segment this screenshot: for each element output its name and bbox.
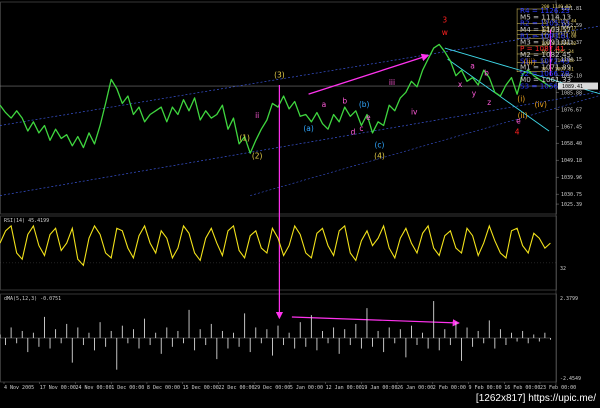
price-axis-label: 1131.81: [561, 6, 582, 12]
wave-label: d: [351, 128, 356, 137]
price-axis-label: 1104.15: [561, 57, 582, 63]
wave-label: c: [359, 124, 363, 133]
wave-label: (a): [303, 124, 314, 133]
osc-label: dMA(5,12,3) -0.0751: [4, 296, 61, 302]
wave-label: 3: [442, 15, 447, 24]
price-axis-label: 1113.37: [561, 40, 582, 46]
wave-label: iii: [389, 78, 395, 87]
wave-label: y: [472, 89, 477, 98]
wave-label: 4: [515, 128, 520, 137]
wave-label: z: [487, 98, 491, 107]
price-axis-label: 1049.18: [561, 158, 582, 164]
wave-label: ii: [255, 111, 259, 120]
rsi-label: RSI(14) 45.4199: [4, 218, 49, 224]
osc-top-label: 2.3799: [560, 296, 578, 302]
time-axis-label: 15 Dec 00:00: [183, 385, 219, 391]
time-axis-label: 22 Dec 00:00: [218, 385, 254, 391]
wave-label: e: [516, 117, 521, 126]
price-axis-label: 1095.10: [561, 74, 582, 80]
wave-label: (c): [374, 141, 384, 150]
price-axis-label: 1067.45: [561, 125, 582, 131]
current-price-tag: 1089.41: [558, 82, 598, 90]
wave-label: a: [470, 61, 475, 70]
price-axis-label: 1085.88: [561, 91, 582, 97]
wave-label: w: [442, 28, 448, 37]
wave-label: (3): [274, 71, 285, 80]
time-axis-label: 5 Jan 00:00: [290, 385, 323, 391]
chart-background: [0, 0, 600, 408]
time-axis-label: 29 Dec 00:00: [254, 385, 290, 391]
wave-label: iv: [411, 107, 418, 116]
wave-label: (iv): [535, 100, 547, 109]
time-axis-label: 8 Dec 00:00: [147, 385, 180, 391]
time-axis-label: 19 Jan 00:00: [361, 385, 397, 391]
wave-label: (1): [239, 133, 250, 142]
osc-bottom-label: -2.4549: [560, 376, 581, 382]
time-axis-label: 4 Nov 2005: [4, 385, 34, 391]
price-axis-label: 1122.59: [561, 23, 582, 29]
wave-label: b: [484, 69, 489, 78]
wave-label: e: [366, 113, 371, 122]
wave-label: x: [458, 80, 463, 89]
time-axis-label: 12 Jan 00:00: [326, 385, 362, 391]
wave-label: (b): [359, 100, 370, 109]
current-price-label: 1089.41: [562, 84, 583, 90]
wave-label: b: [342, 96, 347, 105]
stock-chart: 200 1140.03161.8 1126.44150.0 1124.17127…: [0, 0, 600, 408]
price-axis-label: 1025.39: [561, 202, 582, 208]
rsi-level-label: 32: [560, 266, 566, 272]
time-axis-label: 9 Feb 00:00: [469, 385, 502, 391]
price-axis-label: 1058.40: [561, 141, 582, 147]
time-axis-label: 2 Feb 00:00: [433, 385, 466, 391]
wave-label: (2): [252, 152, 263, 161]
price-axis-label: 1039.96: [561, 175, 582, 181]
time-axis-label: 16 Feb 00:00: [504, 385, 540, 391]
time-axis-label: 17 Nov 00:00: [40, 385, 76, 391]
wave-label: (4): [374, 152, 385, 161]
watermark: [1262x817] https://upic.me/: [476, 393, 596, 404]
price-axis-label: 1076.67: [561, 108, 582, 114]
time-axis-label: 1 Dec 00:00: [111, 385, 144, 391]
time-axis-label: 24 Nov 00:00: [75, 385, 111, 391]
time-axis-label: 23 Feb 00:00: [540, 385, 576, 391]
time-axis-label: 26 Jan 00:00: [397, 385, 433, 391]
price-axis-label: 1030.75: [561, 192, 582, 198]
wave-label: (i): [517, 95, 525, 104]
wave-label: a: [322, 100, 327, 109]
